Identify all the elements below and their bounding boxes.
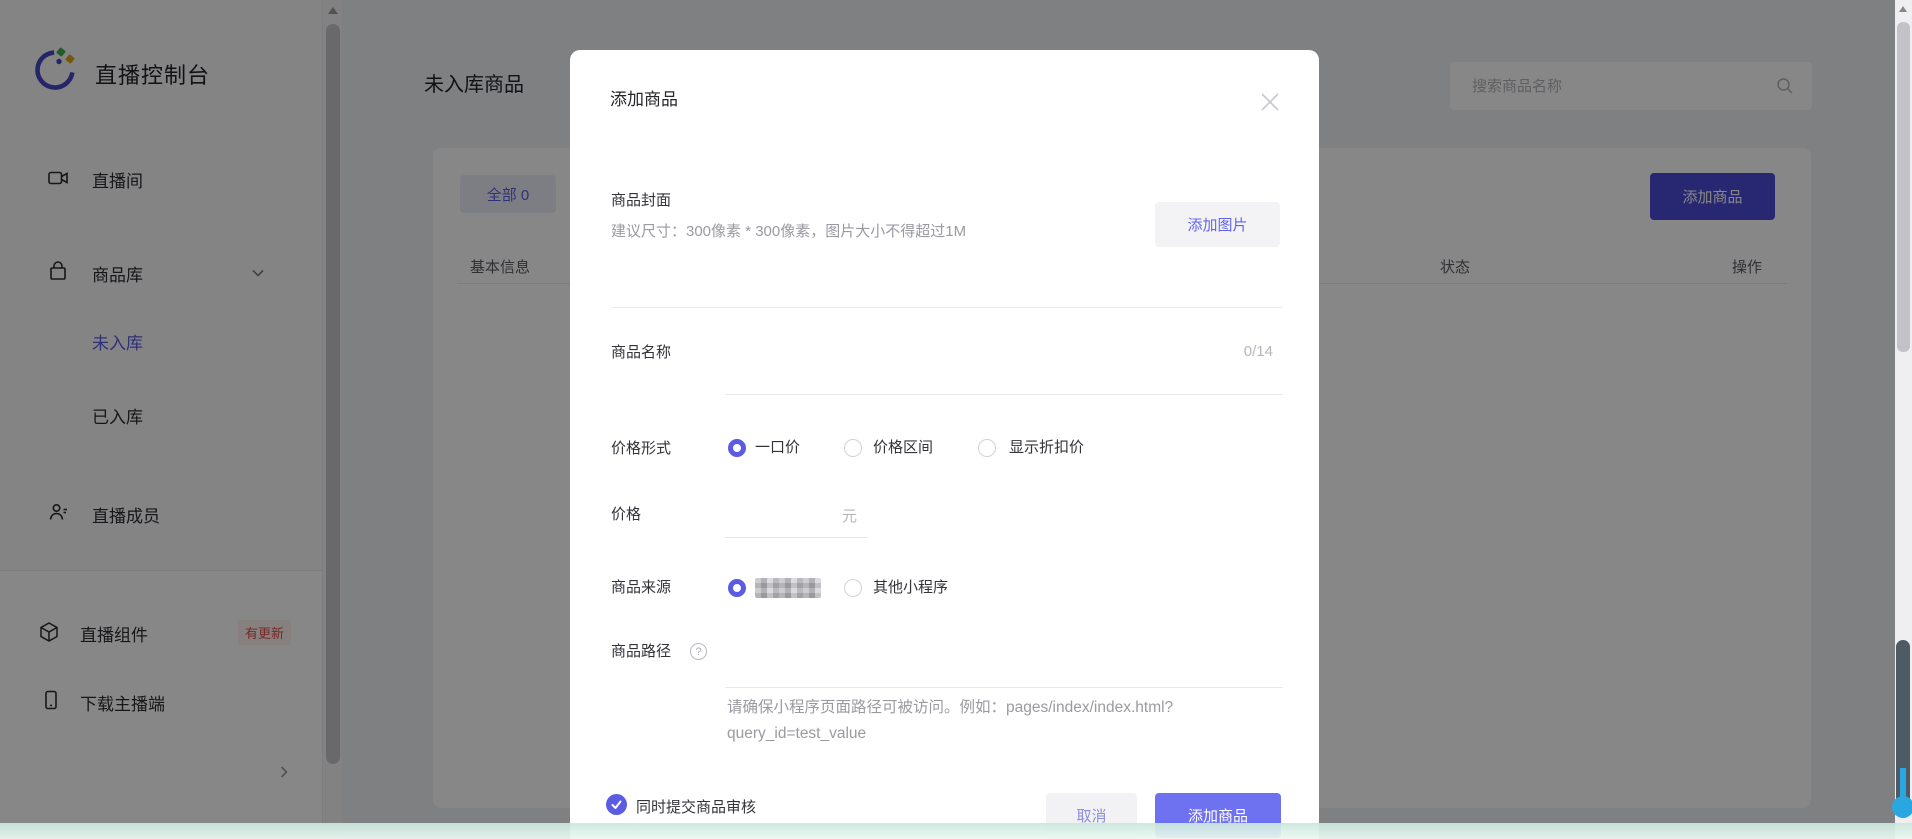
radio-fixed-price[interactable]	[728, 439, 746, 457]
check-icon	[611, 800, 622, 809]
product-name-input[interactable]	[725, 338, 1215, 366]
path-input-underline	[725, 687, 1283, 688]
scrollbar-up-arrow-icon[interactable]	[1899, 6, 1907, 12]
path-label: 商品路径	[611, 643, 672, 660]
add-product-dialog: 添加商品 商品封面 建议尺寸：300像素 * 300像素，图片大小不得超过1M …	[570, 50, 1319, 839]
help-icon[interactable]: ?	[690, 643, 707, 660]
product-name-label: 商品名称	[611, 344, 672, 361]
submit-review-checkbox[interactable]	[606, 794, 627, 815]
scroll-indicator-knob[interactable]	[1892, 796, 1912, 818]
close-icon[interactable]	[1258, 90, 1282, 114]
path-hint-text: 请确保小程序页面路径可被访问。例如：pages/index/index.html…	[727, 699, 1174, 742]
source-option-redacted	[755, 578, 821, 598]
price-unit: 元	[842, 508, 858, 525]
price-label: 价格	[611, 506, 642, 523]
char-counter: 0/14	[1243, 343, 1273, 360]
name-input-underline	[725, 394, 1283, 395]
add-image-button[interactable]: 添加图片	[1155, 202, 1280, 247]
radio-source-other-miniprogram[interactable]	[844, 579, 862, 597]
radio-discount-price[interactable]	[978, 439, 996, 457]
source-label: 商品来源	[611, 579, 672, 596]
radio-label-price-range[interactable]: 价格区间	[873, 438, 933, 458]
path-input[interactable]	[725, 655, 1265, 683]
radio-label-fixed-price[interactable]: 一口价	[755, 438, 800, 458]
cover-size-hint: 建议尺寸：300像素 * 300像素，图片大小不得超过1M	[611, 223, 967, 240]
price-input[interactable]	[725, 500, 833, 528]
section-divider	[611, 307, 1283, 308]
radio-source-redacted[interactable]	[728, 579, 746, 597]
submit-review-label[interactable]: 同时提交商品审核	[636, 796, 756, 817]
price-input-underline	[725, 537, 868, 538]
radio-price-range[interactable]	[844, 439, 862, 457]
price-type-label: 价格形式	[611, 440, 672, 457]
cover-label: 商品封面	[611, 192, 672, 209]
radio-label-discount-price[interactable]: 显示折扣价	[1009, 438, 1084, 458]
bottom-taskbar-strip	[0, 823, 1912, 839]
dialog-title: 添加商品	[610, 90, 678, 109]
browser-scrollbar-thumb[interactable]	[1897, 22, 1910, 352]
radio-label-other-miniprogram[interactable]: 其他小程序	[873, 578, 948, 598]
